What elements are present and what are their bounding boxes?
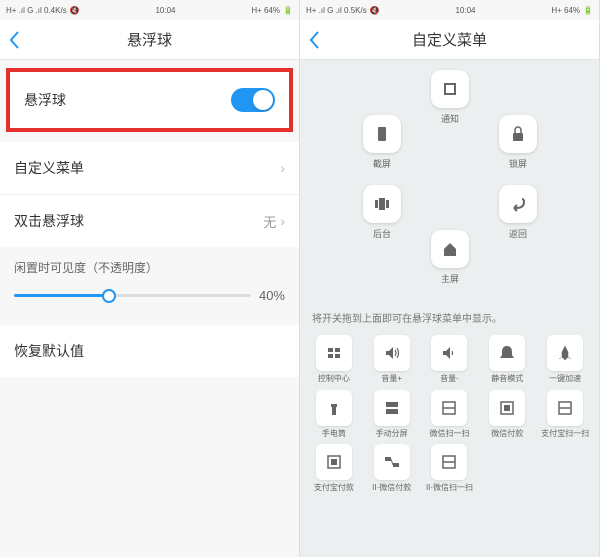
toggle-wechat-scan[interactable]: 微信扫一扫	[422, 390, 478, 439]
menu-item-back[interactable]: 返回	[488, 185, 548, 240]
wechat-scan-icon	[431, 390, 467, 426]
double-tap-row[interactable]: 双击悬浮球 无›	[0, 195, 299, 247]
wechat-pay-2-icon	[374, 444, 410, 480]
flashlight-icon	[316, 390, 352, 426]
highlighted-toggle-row: 悬浮球	[6, 68, 293, 132]
opacity-slider[interactable]	[14, 294, 251, 297]
home-icon	[431, 230, 469, 268]
wechat-scan-2-icon	[431, 444, 467, 480]
back-arrow-icon	[499, 185, 537, 223]
slider-thumb[interactable]	[102, 289, 116, 303]
mute-icon	[489, 335, 525, 371]
custom-menu-row[interactable]: 自定义菜单 ›	[0, 142, 299, 195]
status-time: 10:04	[455, 6, 475, 15]
opacity-value: 40%	[259, 288, 285, 303]
split-screen-icon	[374, 390, 410, 426]
notification-icon	[431, 70, 469, 108]
status-left: H+ .ıl G .ıl 0.5K/s 🔇	[306, 6, 380, 15]
menu-item-lock[interactable]: 锁屏	[488, 115, 548, 170]
status-right: H+ 64%🔋	[251, 6, 293, 15]
custom-menu-label: 自定义菜单	[14, 158, 84, 178]
opacity-section: 闲置时可见度（不透明度） 40%	[0, 247, 299, 315]
reset-defaults-row[interactable]: 恢复默认值	[0, 325, 299, 377]
instruction-text: 将开关拖到上面即可在悬浮球菜单中显示。	[300, 300, 599, 331]
chevron-right-icon: ›	[280, 213, 285, 229]
right-phone-screen: H+ .ıl G .ıl 0.5K/s 🔇 10:04 H+ 64%🔋 自定义菜…	[300, 0, 600, 557]
recents-icon	[363, 185, 401, 223]
toggle-control-center[interactable]: 控制中心	[306, 335, 362, 384]
toggle-alipay-pay[interactable]: 支付宝付款	[306, 444, 362, 493]
header: 悬浮球	[0, 20, 299, 60]
volume-up-icon	[374, 335, 410, 371]
toggle-wechat-scan-2[interactable]: II·微信扫一扫	[422, 444, 478, 493]
status-right: H+ 64%🔋	[551, 6, 593, 15]
toggle-wechat-pay-2[interactable]: II·微信付款	[364, 444, 420, 493]
toggle-boost[interactable]: 一键加速	[537, 335, 593, 384]
back-button[interactable]	[308, 30, 322, 50]
back-button[interactable]	[8, 30, 22, 50]
status-time: 10:04	[155, 6, 175, 15]
status-bar: H+ .ıl G .ıl 0.4K/s 🔇 10:04 H+ 64%🔋	[0, 0, 299, 20]
toggle-volume-down[interactable]: 音量-	[422, 335, 478, 384]
toggle-alipay-scan[interactable]: 支付宝扫一扫	[537, 390, 593, 439]
menu-hexagon: 通知 截屏 锁屏 后台 返回	[300, 60, 599, 300]
lock-icon	[499, 115, 537, 153]
opacity-label: 闲置时可见度（不透明度）	[14, 259, 285, 276]
toggle-wechat-pay[interactable]: 微信付款	[479, 390, 535, 439]
menu-item-recents[interactable]: 后台	[352, 185, 412, 240]
toggle-volume-up[interactable]: 音量+	[364, 335, 420, 384]
wechat-pay-icon	[489, 390, 525, 426]
double-tap-label: 双击悬浮球	[14, 211, 84, 231]
floating-ball-toggle[interactable]	[231, 88, 275, 112]
control-center-icon	[316, 335, 352, 371]
alipay-scan-icon	[547, 390, 583, 426]
floating-ball-toggle-row[interactable]: 悬浮球	[10, 72, 289, 128]
toggle-flashlight[interactable]: 手电筒	[306, 390, 362, 439]
menu-item-notification[interactable]: 通知	[420, 70, 480, 125]
toggle-label: 悬浮球	[24, 90, 66, 110]
status-bar: H+ .ıl G .ıl 0.5K/s 🔇 10:04 H+ 64%🔋	[300, 0, 599, 20]
status-left: H+ .ıl G .ıl 0.4K/s 🔇	[6, 6, 80, 15]
available-toggles-grid: 控制中心 音量+ 音量- 静音模式 一键加速 手电筒 手动分屏 微信扫一扫 微信…	[300, 331, 599, 503]
rocket-icon	[547, 335, 583, 371]
header: 自定义菜单	[300, 20, 599, 60]
chevron-right-icon: ›	[280, 160, 285, 176]
double-tap-value: 无›	[263, 212, 285, 231]
reset-label: 恢复默认值	[14, 341, 84, 361]
menu-item-home[interactable]: 主屏	[420, 230, 480, 285]
page-title: 自定义菜单	[412, 29, 487, 50]
volume-down-icon	[431, 335, 467, 371]
toggle-mute[interactable]: 静音模式	[479, 335, 535, 384]
page-title: 悬浮球	[127, 29, 172, 50]
left-phone-screen: H+ .ıl G .ıl 0.4K/s 🔇 10:04 H+ 64%🔋 悬浮球 …	[0, 0, 300, 557]
screenshot-icon	[363, 115, 401, 153]
toggle-split-screen[interactable]: 手动分屏	[364, 390, 420, 439]
alipay-pay-icon	[316, 444, 352, 480]
menu-item-screenshot[interactable]: 截屏	[352, 115, 412, 170]
